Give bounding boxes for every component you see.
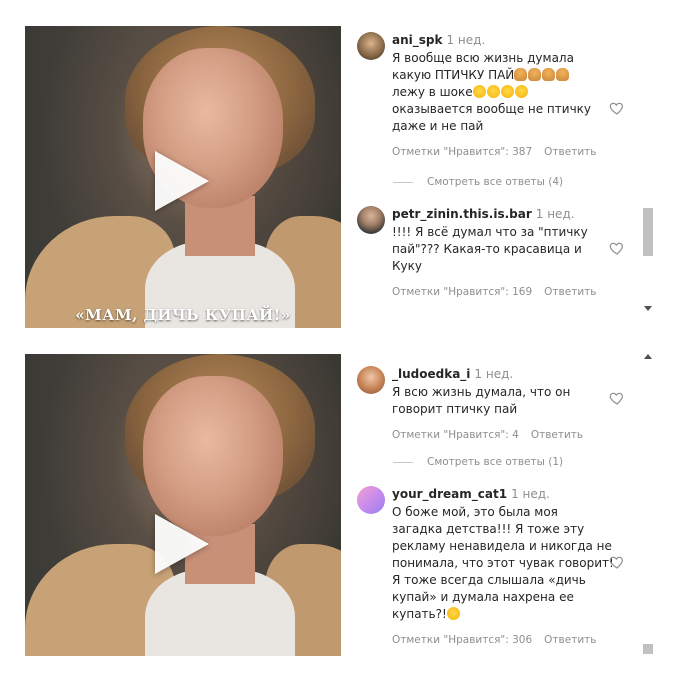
scrollbar[interactable] — [641, 346, 655, 656]
reply-button[interactable]: Ответить — [544, 634, 596, 646]
comment-line: О боже мой, это была моя — [392, 505, 558, 519]
comment-text: О боже мой, это была моя загадка детства… — [392, 504, 622, 623]
comment-meta: Отметки "Нравится": 387 Ответить — [392, 145, 622, 159]
comment-line: рекламу ненавидела и никогда не — [392, 539, 612, 553]
divider — [393, 181, 413, 183]
facepalm-emoji-icon — [514, 68, 528, 81]
comment-line: понимала, что этот чувак говорит! — [392, 556, 614, 570]
play-icon[interactable] — [155, 514, 209, 574]
avatar[interactable] — [357, 206, 385, 234]
avatar[interactable] — [357, 366, 385, 394]
comment-line: Я всю жизнь думала, что он — [392, 385, 571, 399]
comment-meta: Отметки "Нравится": 169 Ответить — [392, 285, 622, 299]
likes-count[interactable]: Отметки "Нравится": 387 — [392, 146, 532, 158]
post-panel-top: «МАМ, ДИЧЬ КУПАЙ!» ani_spk 1 нед. Я вообщ… — [0, 18, 680, 328]
comment-line: Я тоже всегда слышала «дичь — [392, 573, 586, 587]
likes-count[interactable]: Отметки "Нравится": 169 — [392, 286, 532, 298]
reply-button[interactable]: Ответить — [544, 146, 596, 158]
view-replies-button[interactable]: Смотреть все ответы (1) — [393, 456, 633, 468]
comment-text: Я вообще всю жизнь думала какую ПТИЧКУ П… — [392, 50, 622, 135]
comment-username[interactable]: _ludoedka_i — [392, 367, 470, 381]
reply-button[interactable]: Ответить — [544, 286, 596, 298]
comment-line: говорит птичку пай — [392, 402, 518, 416]
comment-text: Я всю жизнь думала, что он говорит птичк… — [392, 384, 622, 418]
comment-line: пай"??? Какая-то красавица и — [392, 242, 582, 256]
post-panel-bottom: _ludoedka_i 1 нед. Я всю жизнь думала, чт… — [0, 346, 680, 656]
facepalm-emoji-icon — [556, 68, 570, 81]
laughing-emoji-icon — [500, 85, 514, 98]
video-player[interactable] — [25, 354, 341, 656]
comment-line: какую ПТИЧКУ ПАЙ — [392, 67, 622, 84]
comment-time[interactable]: 1 нед. — [536, 207, 575, 221]
likes-count[interactable]: Отметки "Нравится": 4 — [392, 429, 519, 441]
likes-count[interactable]: Отметки "Нравится": 306 — [392, 634, 532, 646]
comment-text: !!!! Я всё думал что за "птичку пай"??? … — [392, 224, 622, 275]
video-player[interactable]: «МАМ, ДИЧЬ КУПАЙ!» — [25, 26, 341, 328]
reply-button[interactable]: Ответить — [531, 429, 583, 441]
comment-line: загадка детства!!! Я тоже эту — [392, 522, 585, 536]
scrollbar-thumb[interactable] — [643, 644, 653, 654]
comment-username[interactable]: petr_zinin.this.is.bar — [392, 207, 532, 221]
heart-outline-icon[interactable] — [609, 100, 625, 116]
comment-time[interactable]: 1 нед. — [474, 367, 513, 381]
comment-line: даже и не пай — [392, 119, 484, 133]
comment-meta: Отметки "Нравится": 4 Ответить — [392, 428, 622, 442]
comment-username[interactable]: ani_spk — [392, 33, 442, 47]
comment-line-text: какую ПТИЧКУ ПАЙ — [392, 68, 515, 82]
view-replies-button[interactable]: Смотреть все ответы (4) — [393, 176, 633, 188]
avatar[interactable] — [357, 486, 385, 514]
comment-line: Я вообще всю жизнь думала — [392, 51, 574, 65]
comment-line: купай» и думала нахрена ее — [392, 590, 574, 604]
comment-line: лежу в шоке — [392, 84, 622, 101]
facepalm-emoji-icon — [528, 68, 542, 81]
video-frame — [143, 376, 283, 536]
comment-line-text: купать?! — [392, 607, 447, 621]
scrollbar[interactable] — [641, 18, 655, 318]
comment-meta: Отметки "Нравится": 306 Ответить — [392, 633, 622, 647]
play-icon[interactable] — [155, 151, 209, 211]
comment-line-text: лежу в шоке — [392, 85, 473, 99]
comment-time[interactable]: 1 нед. — [511, 487, 550, 501]
comment-line: Куку — [392, 259, 422, 273]
laughing-emoji-icon — [514, 85, 528, 98]
comment-username[interactable]: your_dream_cat1 — [392, 487, 507, 501]
video-caption: «МАМ, ДИЧЬ КУПАЙ!» — [75, 306, 291, 324]
heart-outline-icon[interactable] — [609, 240, 625, 256]
comment-line: оказывается вообще не птичку — [392, 102, 592, 116]
comment-line: !!!! Я всё думал что за "птичку — [392, 225, 588, 239]
view-replies-label: Смотреть все ответы (1) — [427, 456, 564, 468]
comment-time[interactable]: 1 нед. — [446, 33, 485, 47]
scroll-up-arrow-icon[interactable] — [644, 354, 652, 359]
facepalm-emoji-icon — [542, 68, 556, 81]
view-replies-label: Смотреть все ответы (4) — [427, 176, 564, 188]
sweat-smile-emoji-icon — [446, 607, 460, 620]
comments-list[interactable]: ani_spk 1 нед. Я вообще всю жизнь думала … — [345, 18, 653, 328]
scrollbar-thumb[interactable] — [643, 208, 653, 256]
comment-line: купать?! — [392, 606, 622, 623]
avatar[interactable] — [357, 32, 385, 60]
laughing-emoji-icon — [472, 85, 486, 98]
scroll-down-arrow-icon[interactable] — [644, 306, 652, 311]
comments-list[interactable]: _ludoedka_i 1 нед. Я всю жизнь думала, чт… — [345, 346, 653, 656]
divider — [393, 461, 413, 463]
heart-outline-icon[interactable] — [609, 554, 625, 570]
heart-outline-icon[interactable] — [609, 390, 625, 406]
laughing-emoji-icon — [486, 85, 500, 98]
